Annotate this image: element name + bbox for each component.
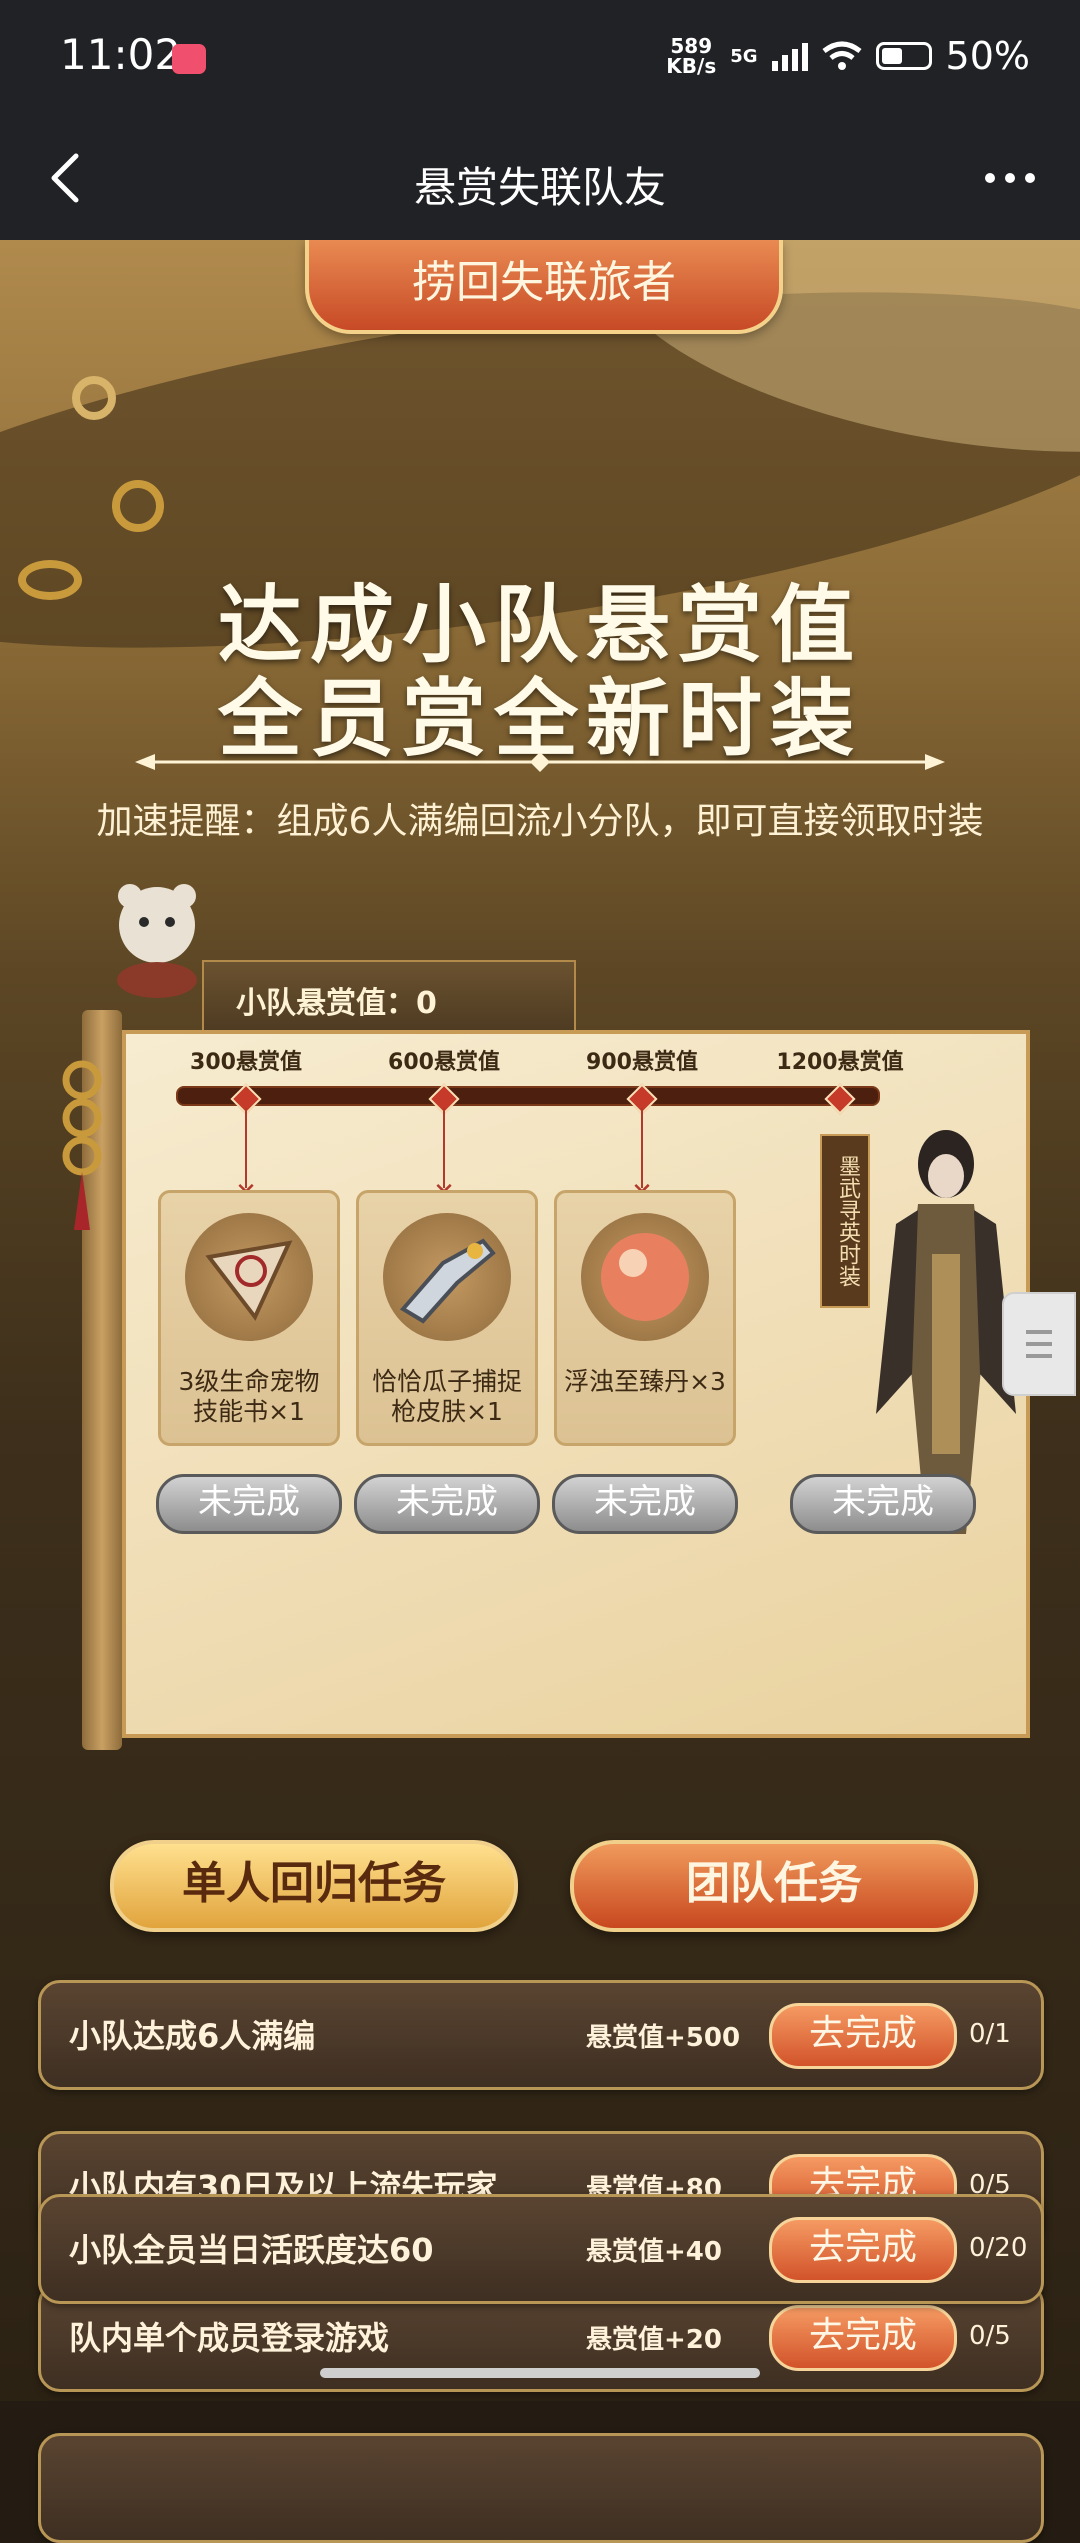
- network-speed: 589 KB/s: [666, 34, 717, 78]
- status-time: 11:02: [60, 30, 182, 79]
- tassel-icon: [62, 1060, 102, 1230]
- network-type: 5G: [730, 45, 758, 67]
- mascot-icon: [117, 884, 197, 998]
- ornament-divider: [135, 752, 945, 772]
- go-complete-button[interactable]: 去完成: [769, 2003, 957, 2069]
- coin-decoration: [112, 480, 164, 532]
- status-indicators: 589 KB/s 5G 50%: [666, 34, 1030, 78]
- reward-card[interactable]: 3级生命宠物技能书×1: [158, 1190, 340, 1446]
- coin-decoration: [72, 376, 116, 420]
- speed-tip: 加速提醒：组成6人满编回流小分队，即可直接领取时装: [96, 801, 984, 842]
- hanging-string: [443, 1108, 445, 1188]
- reward-name: 3级生命宠物技能书×1: [178, 1367, 320, 1426]
- milestone-label: 600悬赏值: [388, 1050, 500, 1075]
- progress-track: [176, 1086, 880, 1106]
- task-row: [38, 2433, 1044, 2543]
- task-progress: 0/5: [969, 2321, 1011, 2351]
- task-name: 队内单个成员登录游戏: [69, 2319, 390, 2357]
- reward-status-button[interactable]: 未完成: [354, 1474, 540, 1534]
- milestone-label: 900悬赏值: [586, 1050, 698, 1075]
- task-progress: 0/20: [969, 2233, 1028, 2263]
- skill-book-icon: [185, 1213, 313, 1341]
- milestone-label: 300悬赏值: [190, 1050, 302, 1075]
- reward-status-button[interactable]: 未完成: [156, 1474, 342, 1534]
- nav-bar: 悬赏失联队友: [0, 118, 1080, 240]
- go-complete-button[interactable]: 去完成: [769, 2305, 957, 2371]
- reward-name: 恰恰瓜子捕捉枪皮肤×1: [371, 1367, 522, 1426]
- battery-level: 50%: [945, 34, 1030, 78]
- more-options-icon[interactable]: [980, 158, 1040, 198]
- task-reward: 悬赏值+500: [586, 2023, 741, 2053]
- hanging-string: [245, 1108, 247, 1188]
- reward-name: 浮浊至臻丹×3: [564, 1367, 726, 1396]
- milestone-label: 1200悬赏值: [776, 1050, 904, 1075]
- task-row: 小队达成6人满编 悬赏值+500 去完成 0/1: [38, 1980, 1044, 2090]
- status-bar: 11:02 589 KB/s 5G 50%: [0, 0, 1080, 118]
- tab-single-return[interactable]: 单人回归任务: [110, 1840, 518, 1932]
- reward-card[interactable]: 恰恰瓜子捕捉枪皮肤×1: [356, 1190, 538, 1446]
- home-indicator[interactable]: [320, 2368, 760, 2378]
- reward-panel: 小队悬赏值：0 300悬赏值 600悬赏值 900悬赏值 1200悬赏值 3级生…: [62, 884, 1038, 1770]
- elixir-icon: [581, 1213, 709, 1341]
- hanging-string: [641, 1108, 643, 1188]
- event-page: 捞回失联旅者 达成小队悬赏值 全员赏全新时装 加速提醒：组成6人满编回流小分队，…: [0, 240, 1080, 2401]
- task-name: 小队全员当日活跃度达60: [69, 2231, 434, 2269]
- capture-gun-icon: [383, 1213, 511, 1341]
- task-reward: 悬赏值+40: [586, 2237, 722, 2267]
- reward-scroll: 300悬赏值 600悬赏值 900悬赏值 1200悬赏值 ✕ ✕ ✕: [122, 1030, 1030, 1738]
- costume-character-image: [876, 1130, 1016, 1534]
- battery-icon: [875, 42, 932, 70]
- reward-status-button[interactable]: 未完成: [552, 1474, 738, 1534]
- tab-team-tasks[interactable]: 团队任务: [570, 1840, 978, 1932]
- go-complete-button[interactable]: 去完成: [769, 2217, 957, 2283]
- costume-name-tag: 墨武寻英时装: [820, 1134, 870, 1308]
- team-score: 小队悬赏值：0: [236, 986, 437, 1021]
- reward-status-button[interactable]: 未完成: [790, 1474, 976, 1534]
- task-reward: 悬赏值+20: [586, 2325, 722, 2355]
- side-drawer-handle[interactable]: [1002, 1292, 1076, 1396]
- reward-card[interactable]: 浮浊至臻丹×3: [554, 1190, 736, 1446]
- signal-icon: [771, 41, 808, 71]
- score-tab: 小队悬赏值：0: [202, 960, 576, 1040]
- app-notification-icon: [172, 44, 206, 74]
- page-title: 悬赏失联队友: [413, 163, 666, 212]
- top-banner-label: 捞回失联旅者: [305, 240, 783, 334]
- task-progress: 0/1: [969, 2019, 1011, 2049]
- task-row: 小队全员当日活跃度达60 悬赏值+40 去完成 0/20: [38, 2194, 1044, 2304]
- wifi-icon: [821, 41, 862, 70]
- task-name: 小队达成6人满编: [69, 2017, 316, 2055]
